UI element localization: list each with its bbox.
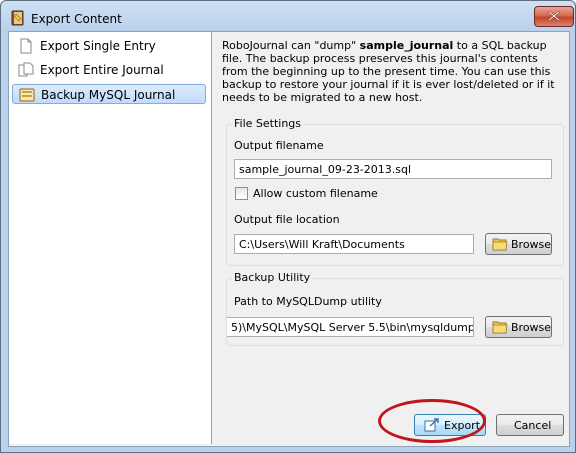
file-settings-group: File Settings Output filename sample_jou…: [226, 117, 564, 266]
close-button[interactable]: [534, 6, 574, 27]
journal-name: sample_journal: [359, 39, 454, 52]
sidebar-item-label: Export Entire Journal: [40, 63, 164, 77]
window-title: Export Content: [31, 12, 122, 26]
journal-icon: [11, 10, 24, 26]
browse-mysqldump-button[interactable]: Browse: [485, 316, 552, 338]
folder-icon: [492, 321, 508, 334]
browse-label: Browse: [511, 321, 552, 334]
group-title-file-settings: File Settings: [232, 117, 304, 130]
title-bar[interactable]: Export Content: [1, 1, 575, 35]
documents-icon: [18, 62, 34, 77]
sidebar-item-export-entire-journal[interactable]: Export Entire Journal: [12, 60, 206, 80]
mysqldump-path-label: Path to MySQLDump utility: [234, 295, 382, 308]
sidebar: Export Single Entry Export Entire Journa…: [9, 32, 212, 444]
sidebar-item-backup-mysql-journal[interactable]: Backup MySQL Journal: [12, 84, 206, 104]
backup-utility-group: Backup Utility Path to MySQLDump utility…: [226, 271, 564, 346]
browse-label: Browse: [511, 238, 552, 251]
export-content-window: Export Content Export Single Entry Expor…: [0, 0, 576, 453]
output-filename-label: Output filename: [234, 139, 324, 152]
allow-custom-filename-label[interactable]: Allow custom filename: [253, 187, 378, 200]
close-icon: [548, 11, 560, 21]
output-location-label: Output file location: [234, 213, 340, 226]
output-location-field[interactable]: C:\Users\Will Kraft\Documents: [234, 234, 474, 254]
sidebar-item-label: Export Single Entry: [40, 39, 156, 53]
description-text: RoboJournal can "dump": [222, 39, 360, 52]
sidebar-item-export-single-entry[interactable]: Export Single Entry: [12, 36, 206, 56]
sidebar-item-label: Backup MySQL Journal: [41, 88, 176, 102]
backup-description: RoboJournal can "dump" sample_journal to…: [222, 39, 562, 104]
database-backup-icon: [19, 88, 35, 102]
folder-icon: [492, 238, 508, 251]
cancel-label: Cancel: [514, 419, 552, 432]
mysqldump-path-field[interactable]: 5)\MySQL\MySQL Server 5.5\bin\mysqldump.…: [227, 317, 474, 337]
dialog-client-area: Export Single Entry Export Entire Journa…: [8, 31, 570, 447]
group-title-backup-utility: Backup Utility: [232, 271, 313, 284]
output-filename-field[interactable]: sample_journal_09-23-2013.sql: [234, 159, 552, 179]
document-icon: [20, 38, 32, 54]
browse-location-button[interactable]: Browse: [485, 233, 552, 255]
allow-custom-filename-checkbox[interactable]: [235, 187, 248, 200]
export-highlight-ring: [378, 399, 486, 443]
cancel-button[interactable]: Cancel: [496, 414, 564, 436]
